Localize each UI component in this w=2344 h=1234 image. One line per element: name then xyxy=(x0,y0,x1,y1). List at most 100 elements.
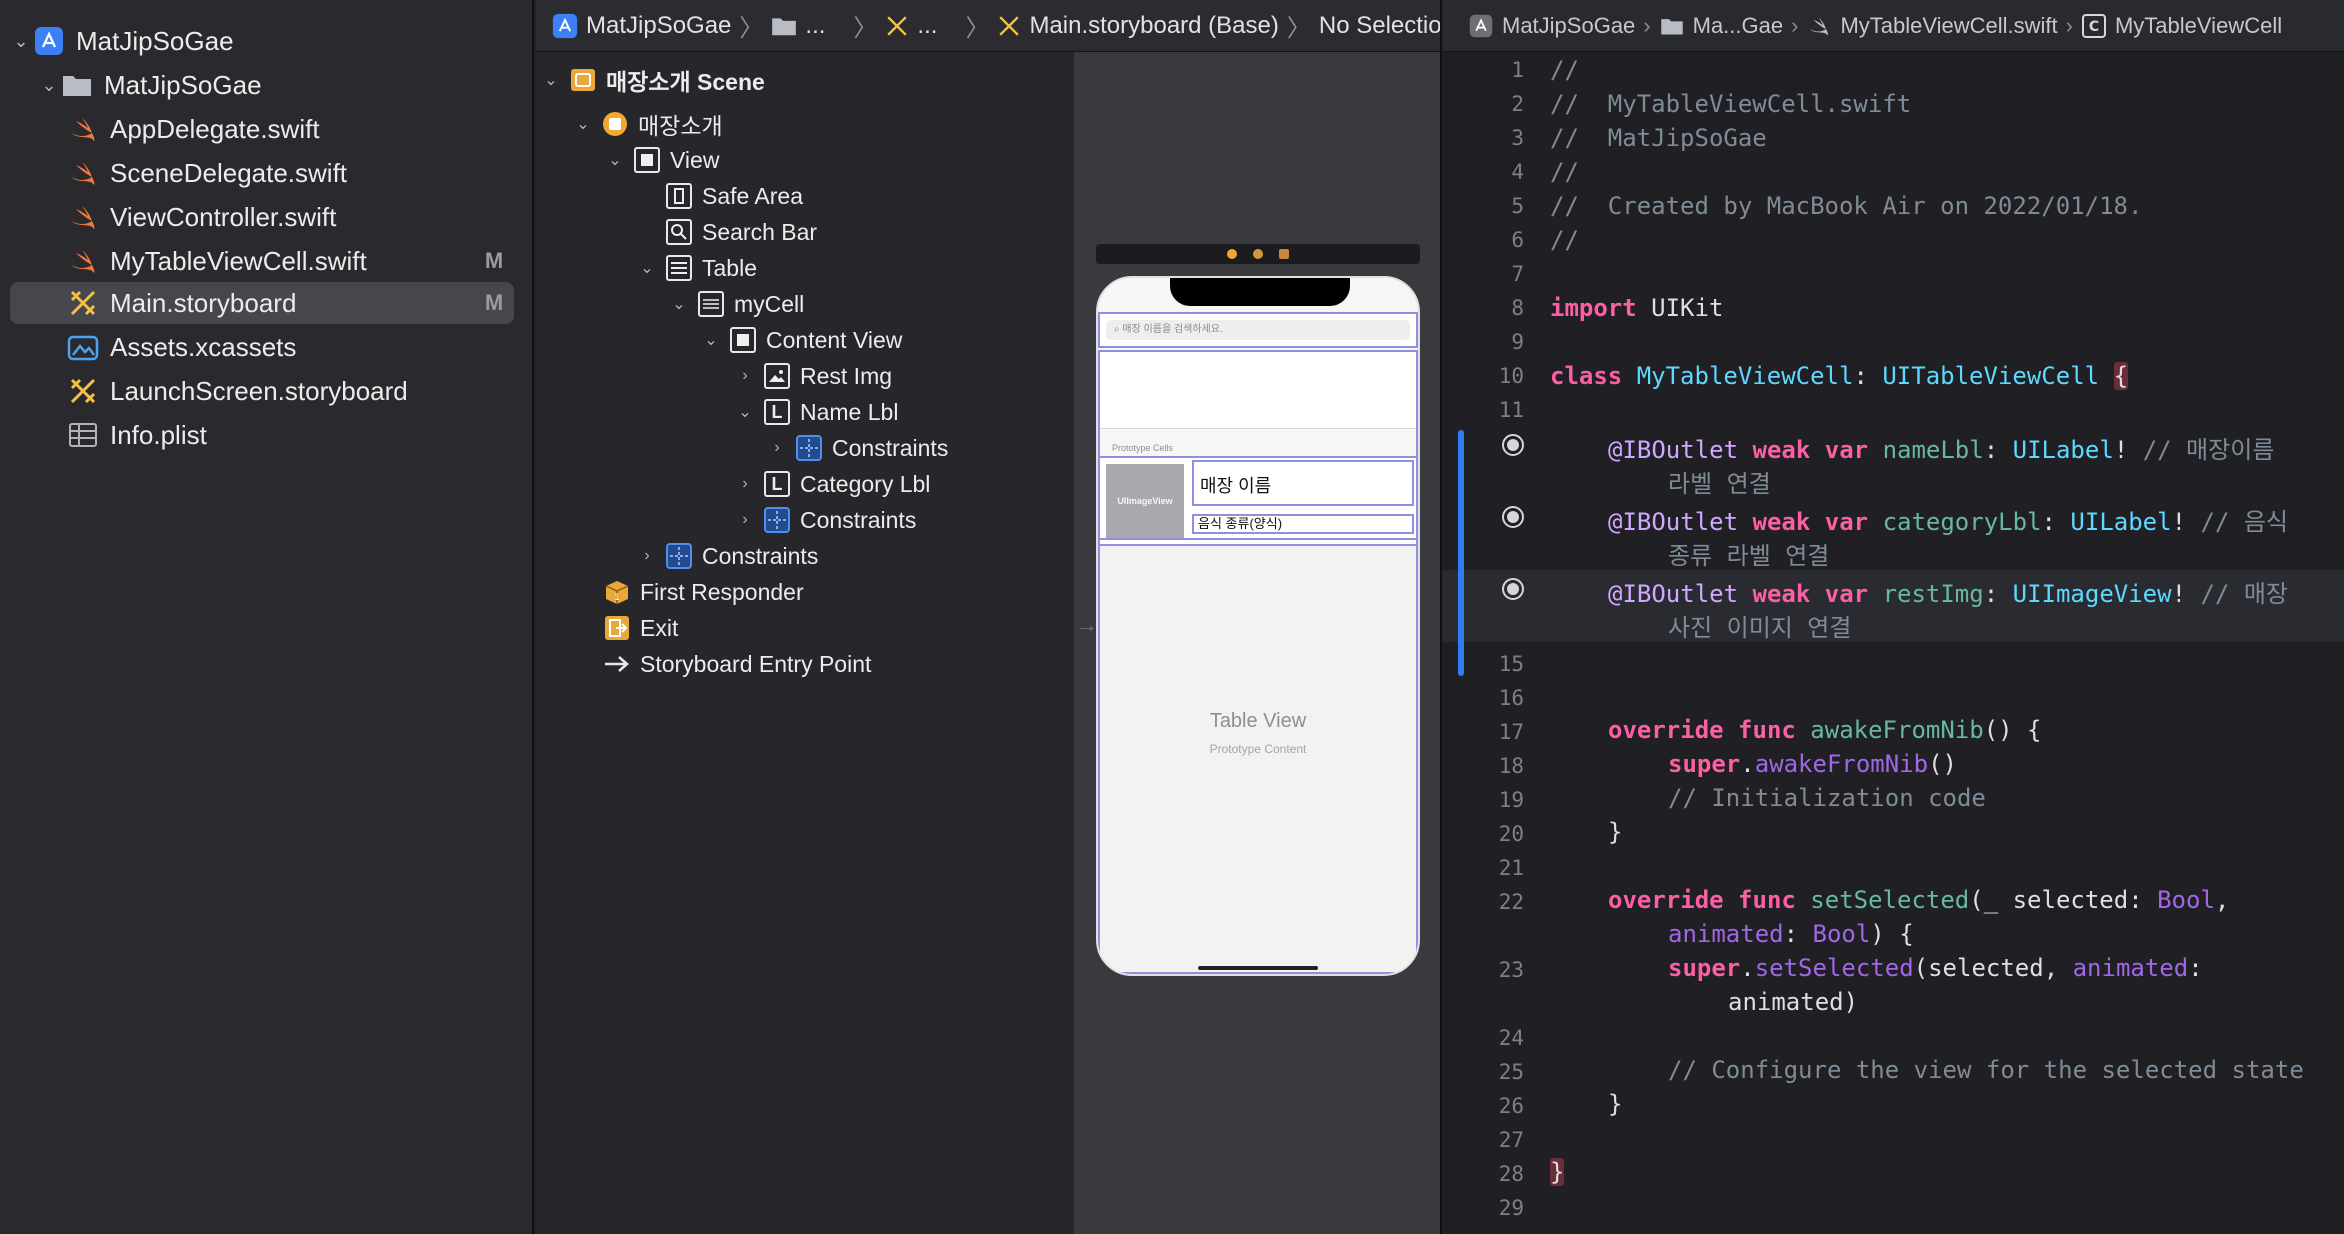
prototype-cell[interactable]: UIImageView 매장 이름 음식 종류(양식) xyxy=(1100,456,1416,540)
code-line-wrap[interactable]: animated) xyxy=(1728,988,1858,1016)
outline-item-exit[interactable]: Exit xyxy=(602,610,678,646)
first-responder-dock-icon[interactable] xyxy=(1253,249,1263,259)
editor-breadcrumb-folder[interactable]: Ma...Gae xyxy=(1693,13,1783,39)
nav-item-file[interactable]: LaunchScreen.storyboard xyxy=(66,370,514,412)
outline-item-scene[interactable]: ⌄ 매장소개 Scene xyxy=(540,62,765,98)
chevron-down-icon[interactable]: ⌄ xyxy=(700,330,722,350)
editor-breadcrumb-class[interactable]: MyTableViewCell xyxy=(2115,13,2282,39)
jump-bar-project[interactable]: MatJipSoGae xyxy=(586,12,731,40)
code-line[interactable]: import UIKit xyxy=(1550,294,1723,322)
code-line[interactable]: } xyxy=(1608,1090,1622,1118)
outline-item-content-view[interactable]: ⌄ Content View xyxy=(700,322,902,358)
nav-item-file-selected[interactable]: Main.storyboard M xyxy=(10,282,514,324)
outline-item-safe-area[interactable]: Safe Area xyxy=(664,178,803,214)
code-line[interactable]: // xyxy=(1550,158,1579,186)
chevron-down-icon[interactable]: ⌄ xyxy=(10,31,32,52)
nav-item-file[interactable]: AppDelegate.swift xyxy=(66,108,514,150)
outline-item-constraints[interactable]: › Constraints xyxy=(766,430,948,466)
code-line[interactable]: // xyxy=(1550,56,1579,84)
view-controller-dock-icon[interactable] xyxy=(1227,249,1237,259)
line-number: 9 xyxy=(1511,330,1524,354)
outline-item-view[interactable]: ⌄ View xyxy=(604,142,719,178)
chevron-right-icon: 〉 xyxy=(853,15,878,42)
chevron-down-icon[interactable]: ⌄ xyxy=(38,75,60,96)
nav-item-file[interactable]: MyTableViewCell.swift M xyxy=(66,240,514,282)
table-view-subtitle: Prototype Content xyxy=(1209,742,1307,756)
name-label[interactable]: 매장 이름 xyxy=(1192,460,1414,506)
chevron-right-icon[interactable]: › xyxy=(636,547,658,565)
code-line[interactable]: // MyTableViewCell.swift xyxy=(1550,90,1911,118)
code-line-wrap[interactable]: 사진 이미지 연결 xyxy=(1668,608,1851,643)
editor-breadcrumb-file[interactable]: MyTableViewCell.swift xyxy=(1840,13,2057,39)
code-line[interactable]: @IBOutlet weak var categoryLbl: UILabel!… xyxy=(1608,502,2288,537)
jump-bar-storyboard[interactable]: Main.storyboard (Base) xyxy=(1029,12,1278,40)
code-line[interactable]: @IBOutlet weak var restImg: UIImageView!… xyxy=(1608,574,2288,609)
code-line-wrap[interactable]: 종류 라벨 연결 xyxy=(1668,536,1829,571)
chevron-down-icon[interactable]: ⌄ xyxy=(604,150,626,170)
chevron-right-icon[interactable]: › xyxy=(734,511,756,529)
outline-item-view-controller[interactable]: ⌄ 매장소개 xyxy=(572,106,723,142)
scene-dock[interactable] xyxy=(1096,244,1420,264)
exit-dock-icon[interactable] xyxy=(1279,249,1289,259)
code-line[interactable]: super.awakeFromNib() xyxy=(1668,750,1957,778)
editor-breadcrumb-project[interactable]: MatJipSoGae xyxy=(1502,13,1635,39)
chevron-right-icon[interactable]: › xyxy=(734,475,756,493)
search-field[interactable]: ⌕ 매장 이름을 검색하세요. xyxy=(1106,320,1410,340)
chevron-down-icon[interactable]: ⌄ xyxy=(572,114,594,134)
code-line[interactable]: } xyxy=(1550,1158,1565,1186)
chevron-down-icon[interactable]: ⌄ xyxy=(668,294,690,314)
code-line[interactable]: // Created by MacBook Air on 2022/01/18. xyxy=(1550,192,2142,220)
param-selected: _ selected xyxy=(1983,886,2129,914)
code-line-wrap[interactable]: 라벨 연결 xyxy=(1668,464,1771,499)
outline-item-rest-img[interactable]: › Rest Img xyxy=(734,358,892,394)
code-line-wrap[interactable]: animated: Bool) { xyxy=(1668,920,1914,948)
nav-item-group[interactable]: ⌄ MatJipSoGae xyxy=(38,64,514,106)
code-line[interactable]: @IBOutlet weak var nameLbl: UILabel! // … xyxy=(1608,430,2274,465)
outline-item-constraints[interactable]: › Constraints xyxy=(734,502,916,538)
source-control-change-bar[interactable] xyxy=(1458,430,1464,676)
outline-item-label: View xyxy=(670,146,720,173)
outline-item-category-lbl[interactable]: › L Category Lbl xyxy=(734,466,930,502)
code-editor[interactable]: MatJipSoGae › Ma...Gae › MyTableViewCell… xyxy=(1440,0,2344,1234)
code-line[interactable]: } xyxy=(1608,818,1622,846)
outline-item-table[interactable]: ⌄ Table xyxy=(636,250,757,286)
code-line[interactable]: override func setSelected(_ selected: Bo… xyxy=(1608,886,2229,914)
search-bar[interactable]: ⌕ 매장 이름을 검색하세요. xyxy=(1098,312,1418,348)
code-line[interactable]: // Initialization code xyxy=(1668,784,1986,812)
chevron-right-icon: › xyxy=(1791,12,1799,38)
rest-img-view[interactable]: UIImageView xyxy=(1106,464,1184,538)
code-line[interactable]: override func awakeFromNib() { xyxy=(1608,716,2041,744)
code-line[interactable]: // Configure the view for the selected s… xyxy=(1668,1056,2304,1084)
nav-item-file[interactable]: ViewController.swift xyxy=(66,196,514,238)
jump-bar-selection[interactable]: No Selection xyxy=(1319,12,1440,40)
nav-item-file[interactable]: SceneDelegate.swift xyxy=(66,152,514,194)
chevron-down-icon[interactable]: ⌄ xyxy=(636,258,658,278)
outlet-connected-indicator[interactable] xyxy=(1502,434,1524,456)
outlet-connected-indicator[interactable] xyxy=(1502,506,1524,528)
outline-item-search-bar[interactable]: Search Bar xyxy=(664,214,817,250)
jump-bar-folder[interactable]: ... xyxy=(805,12,825,40)
code-line[interactable]: class MyTableViewCell: UITableViewCell { xyxy=(1550,362,2129,390)
outline-item-constraints[interactable]: › Constraints xyxy=(636,538,818,574)
nav-item-project[interactable]: ⌄ MatJipSoGae xyxy=(10,20,514,62)
table-view[interactable]: Prototype Cells UIImageView 매장 이름 음식 종류(… xyxy=(1098,350,1418,974)
outline-item-first-responder[interactable]: 1 First Responder xyxy=(602,574,804,610)
outline-item-name-lbl[interactable]: ⌄ L Name Lbl xyxy=(734,394,898,430)
iphone-preview[interactable]: ⌕ 매장 이름을 검색하세요. Prototype Cells UIImageV… xyxy=(1096,276,1420,976)
chevron-down-icon[interactable]: ⌄ xyxy=(540,70,562,90)
jump-bar-file[interactable]: ... xyxy=(917,12,937,40)
storyboard-canvas[interactable]: → ⌕ 매장 이름을 검색하세요. Prototype Cells UIImag… xyxy=(1074,52,1440,1234)
code-line[interactable]: // MatJipSoGae xyxy=(1550,124,1767,152)
chevron-right-icon[interactable]: › xyxy=(766,439,788,457)
code-line[interactable]: // xyxy=(1550,226,1579,254)
outline-item-entry-point[interactable]: Storyboard Entry Point xyxy=(602,646,871,682)
outlet-connected-indicator[interactable] xyxy=(1502,578,1524,600)
chevron-down-icon[interactable]: ⌄ xyxy=(734,402,756,422)
category-label[interactable]: 음식 종류(양식) xyxy=(1192,514,1414,534)
storyboard-icon xyxy=(66,286,100,320)
nav-item-file[interactable]: Info.plist xyxy=(66,414,514,456)
chevron-right-icon[interactable]: › xyxy=(734,367,756,385)
nav-item-file[interactable]: Assets.xcassets xyxy=(66,326,514,368)
outline-item-cell[interactable]: ⌄ myCell xyxy=(668,286,804,322)
code-line[interactable]: super.setSelected(selected, animated: xyxy=(1668,954,2203,982)
